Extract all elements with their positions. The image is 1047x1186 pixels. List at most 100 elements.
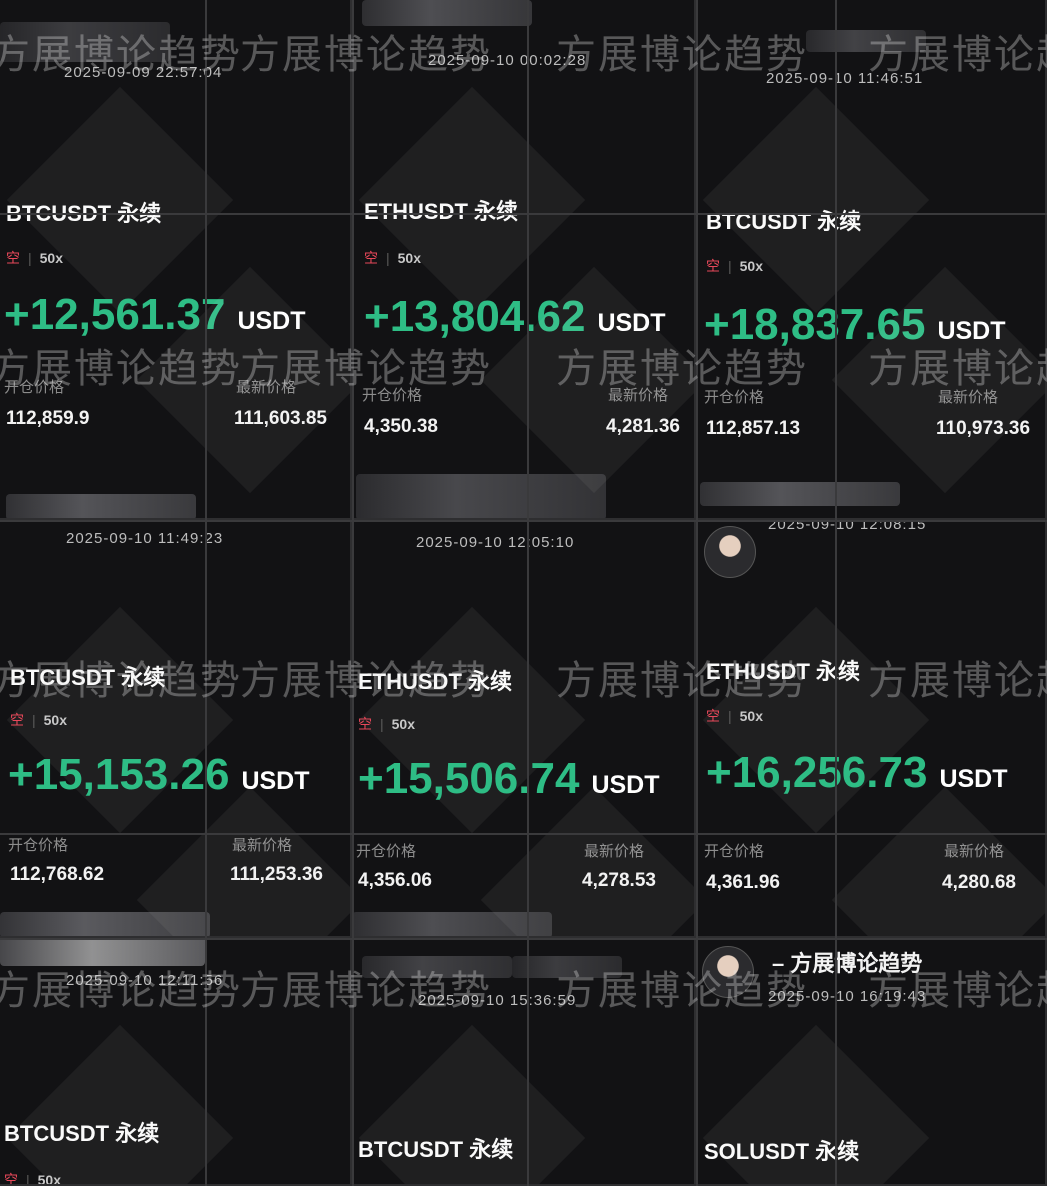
blurred-header (362, 956, 512, 978)
blurred-header (0, 912, 210, 936)
symbol-label: BTCUSDT 永续 (4, 1121, 160, 1146)
pnl: +16,256.73 USDT (706, 748, 1008, 798)
open-price-label: 开仓价格 (704, 843, 765, 860)
open-price: 4,350.38 (364, 416, 438, 437)
last-price-label: 最新价格 (232, 837, 293, 854)
blurred-header (0, 938, 205, 966)
pnl: +12,561.37 USDT (4, 290, 306, 340)
position-meta: 空 | 50x (706, 258, 763, 274)
grid-line (0, 938, 1047, 940)
pnl-value: +13,804.62 (364, 292, 586, 341)
pnl: +15,153.26 USDT (8, 750, 310, 800)
symbol-label: BTCUSDT 永续 (706, 209, 862, 234)
trade-card[interactable]: 2025-09-10 12:08:15 ETHUSDT 永续 空 | 50x +16… (696, 520, 1047, 938)
open-price-label: 开仓价格 (4, 379, 65, 396)
pnl-unit: USDT (241, 767, 310, 795)
side-short: 空 (364, 250, 378, 266)
blurred-header (362, 0, 532, 26)
leverage: 50x (391, 716, 415, 732)
blurred-header (356, 474, 606, 518)
pnl-value: +12,561.37 (4, 290, 226, 339)
timestamp: 2025-09-10 15:36:59 (418, 992, 577, 1009)
timestamp: 2025-09-10 12:05:10 (416, 534, 575, 551)
pnl: +15,506.74 USDT (358, 754, 660, 804)
timestamp: 2025-09-10 12:11:56 (66, 972, 224, 989)
avatar (704, 526, 756, 578)
symbol-label: BTCUSDT 永续 (10, 665, 166, 690)
pnl-value: +18,837.65 (704, 300, 926, 349)
blurred-header (0, 22, 170, 62)
trade-card[interactable]: 2025-09-10 00:02:28 ETHUSDT 永续 空 | 50x +13… (352, 0, 696, 520)
avatar (702, 946, 754, 998)
grid-line (0, 833, 1047, 835)
pnl-unit: USDT (939, 765, 1008, 793)
timestamp: 2025-09-10 16:19:43 (768, 988, 927, 1005)
blurred-header (352, 912, 552, 936)
leverage: 50x (397, 250, 421, 266)
symbol-label: ETHUSDT 永续 (358, 669, 513, 694)
blurred-header (700, 482, 900, 506)
side-short: 空 (358, 716, 372, 732)
open-price: 112,857.13 (706, 418, 801, 439)
grid-line (0, 520, 1047, 522)
last-price-label: 最新价格 (944, 843, 1005, 860)
grid-line (527, 0, 529, 1186)
grid-line (835, 0, 837, 1186)
timestamp: 2025-09-10 11:46:51 (766, 70, 924, 87)
side-short: 空 (6, 250, 20, 266)
blurred-header (6, 494, 196, 518)
last-price-label: 最新价格 (608, 387, 669, 404)
position-meta: 空 | 50x (706, 708, 763, 724)
timestamp: 2025-09-10 00:02:28 (428, 52, 587, 69)
open-price: 112,768.62 (10, 864, 105, 885)
open-price: 4,356.06 (358, 870, 432, 891)
last-price: 110,973.36 (936, 418, 1031, 439)
last-price: 111,603.85 (234, 408, 327, 429)
position-meta: 空 | 50x (358, 716, 415, 732)
trade-card[interactable]: 2025-09-10 12:11:56 BTCUSDT 永续 空 | 50x (0, 938, 352, 1186)
grid-line (352, 0, 354, 1186)
last-price: 4,280.68 (942, 872, 1016, 893)
pnl: +13,804.62 USDT (364, 292, 666, 342)
timestamp: 2025-09-09 22:57:04 (64, 64, 223, 81)
grid-line (0, 213, 1047, 215)
timestamp: 2025-09-10 11:49:23 (66, 530, 224, 547)
open-price-label: 开仓价格 (8, 837, 69, 854)
side-short: 空 (10, 712, 24, 728)
symbol-label: ETHUSDT 永续 (364, 199, 519, 224)
trade-card[interactable]: 2025-09-10 11:49:23 BTCUSDT 永续 空 | 50x +15… (0, 520, 352, 938)
grid-line (696, 0, 698, 1186)
pnl-value: +15,153.26 (8, 750, 230, 799)
pnl-unit: USDT (597, 309, 666, 337)
trade-card[interactable]: 2025-09-09 22:57:04 BTCUSDT 永续 空 | 50x +12… (0, 0, 352, 520)
pnl: +18,837.65 USDT (704, 300, 1006, 350)
side-short: 空 (706, 708, 720, 724)
symbol-label: BTCUSDT 永续 (358, 1137, 514, 1162)
position-meta: 空 | 50x (4, 1172, 61, 1186)
pnl-unit: USDT (591, 771, 660, 799)
pnl-unit: USDT (237, 307, 306, 335)
leverage: 50x (37, 1172, 61, 1186)
pnl-value: +16,256.73 (706, 748, 928, 797)
last-price: 4,281.36 (606, 416, 680, 437)
grid-line (205, 0, 207, 1186)
leverage: 50x (43, 712, 67, 728)
trade-card[interactable]: 2025-09-10 15:36:59 BTCUSDT 永续 (352, 938, 696, 1186)
last-price: 111,253.36 (230, 864, 323, 885)
open-price-label: 开仓价格 (704, 389, 765, 406)
last-price-label: 最新价格 (938, 389, 999, 406)
open-price-label: 开仓价格 (356, 843, 417, 860)
open-price: 112,859.9 (6, 408, 90, 429)
trade-card[interactable]: 2025-09-10 12:05:10 ETHUSDT 永续 空 | 50x +15… (352, 520, 696, 938)
trade-card[interactable]: – 方展博论趋势 2025-09-10 16:19:43 SOLUSDT 永续 (696, 938, 1047, 1186)
position-meta: 空 | 50x (10, 712, 67, 728)
position-meta: 空 | 50x (6, 250, 63, 266)
leverage: 50x (739, 258, 763, 274)
open-price: 4,361.96 (706, 872, 780, 893)
pnl-unit: USDT (937, 317, 1006, 345)
position-meta: 空 | 50x (364, 250, 421, 266)
last-price-label: 最新价格 (584, 843, 645, 860)
leverage: 50x (39, 250, 63, 266)
trade-card[interactable]: 2025-09-10 11:46:51 BTCUSDT 永续 空 | 50x +18… (696, 0, 1047, 520)
side-short: 空 (4, 1172, 18, 1186)
